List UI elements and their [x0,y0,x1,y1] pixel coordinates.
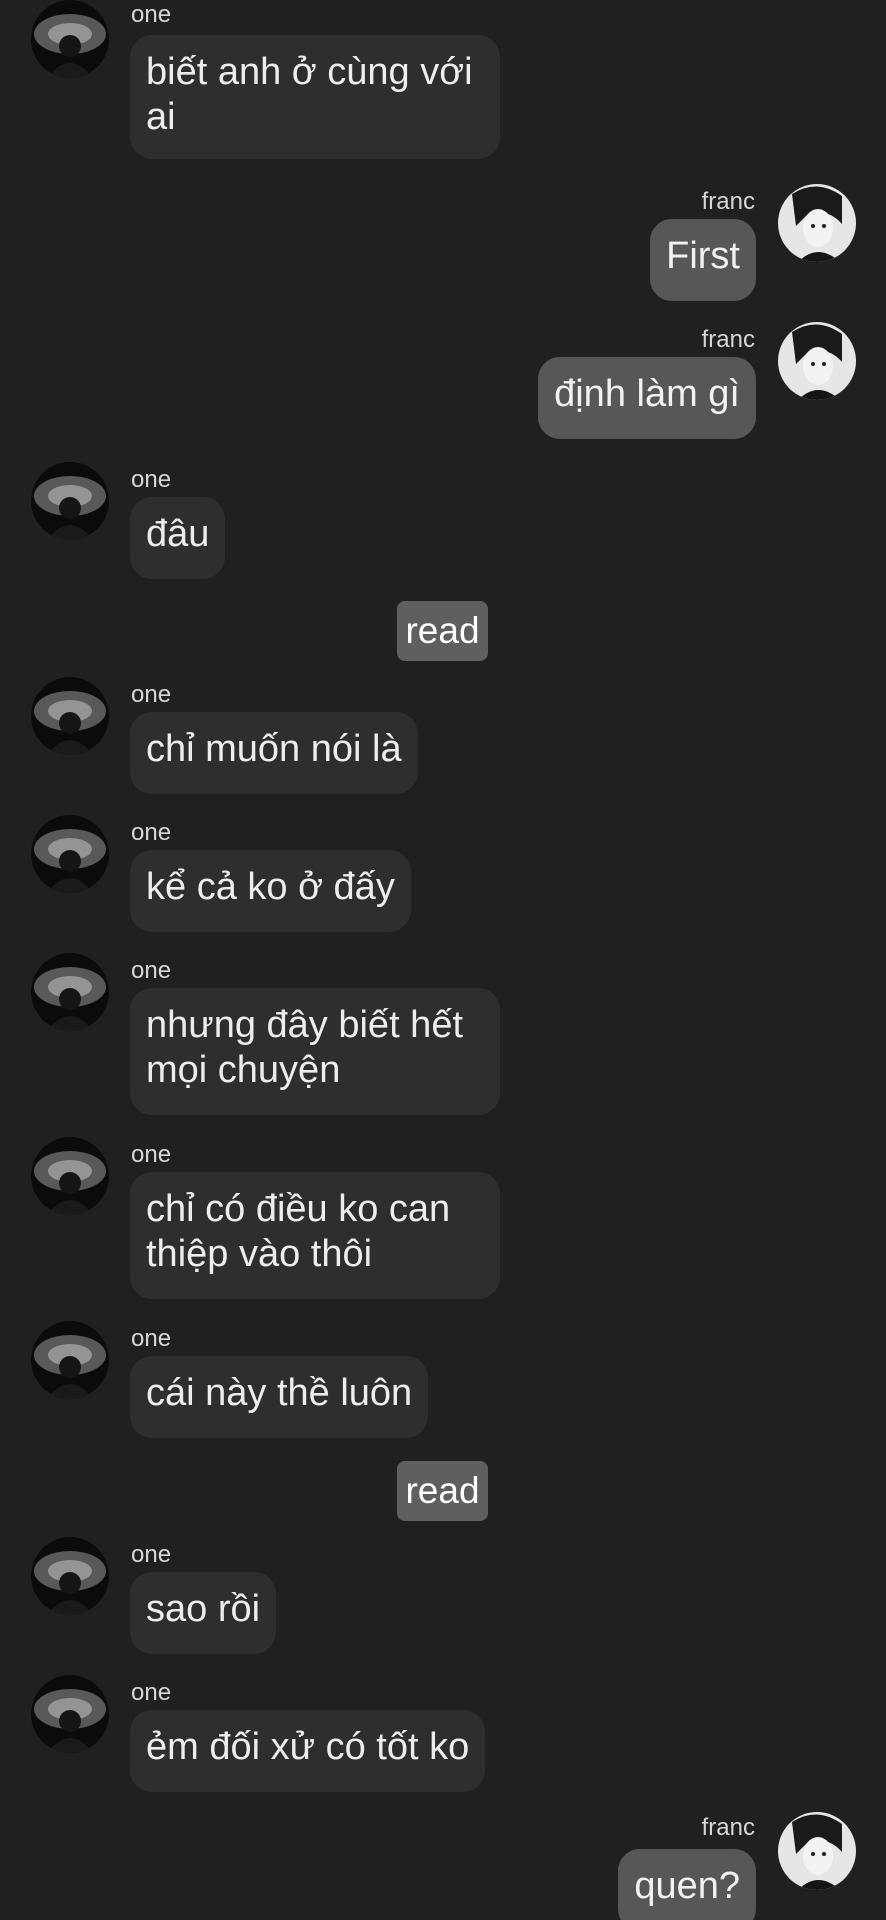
avatar-franc-icon[interactable] [778,322,856,400]
avatar-one-icon[interactable] [31,1321,109,1399]
message-text-line: kể cả ko ở đấy [146,866,395,908]
sender-name: one [131,819,172,846]
sender-name: one [131,957,172,984]
chat-thread: one biết anh ở cùng với ai franc First f… [0,0,886,1920]
avatar-one-icon[interactable] [31,1675,109,1753]
avatar-one-icon[interactable] [31,677,109,755]
message-text-line: chỉ muốn nói là [146,728,402,770]
message-bubble[interactable]: quen? [618,1849,756,1920]
message-bubble[interactable]: chỉ có điều ko can thiệp vào thôi [130,1172,500,1299]
sender-name: one [131,1541,172,1568]
avatar-one-icon[interactable] [31,0,109,78]
message-bubble[interactable]: First [650,219,756,301]
message-text-line: sao rồi [146,1588,261,1630]
sender-name: franc [701,326,755,353]
sender-name: one [131,1325,172,1352]
avatar-one-icon[interactable] [31,1537,109,1615]
message-bubble[interactable]: chỉ muốn nói là [130,712,418,794]
message-text-line: First [666,235,740,277]
message-bubble[interactable]: cái này thề luôn [130,1356,429,1438]
sender-name: franc [701,1814,755,1841]
avatar-one-icon[interactable] [31,462,109,540]
message-text-line: đâu [146,513,210,555]
message-bubble[interactable]: định làm gì [538,357,756,439]
message-bubble[interactable]: biết anh ở cùng với ai [130,35,500,159]
sender-name: one [131,466,172,493]
message-text-line: biết anh ở cùng với [146,51,473,93]
message-bubble[interactable]: ẻm đối xử có tốt ko [130,1710,486,1792]
sender-name: franc [701,188,755,215]
message-text-line: ai [146,96,176,138]
read-receipt: read [397,601,488,661]
sender-name: one [131,1679,172,1706]
message-bubble[interactable]: đâu [130,497,226,579]
message-text-line: mọi chuyện [146,1049,341,1091]
avatar-franc-icon[interactable] [778,1812,856,1890]
avatar-one-icon[interactable] [31,953,109,1031]
message-text-line: nhưng đây biết hết [146,1004,464,1046]
avatar-one-icon[interactable] [31,815,109,893]
message-bubble[interactable]: nhưng đây biết hết mọi chuyện [130,988,500,1115]
message-text-line: quen? [634,1865,740,1907]
message-bubble[interactable]: kể cả ko ở đấy [130,850,411,932]
message-bubble[interactable]: sao rồi [130,1572,277,1654]
avatar-franc-icon[interactable] [778,184,856,262]
message-text-line: định làm gì [554,373,740,415]
avatar-one-icon[interactable] [31,1137,109,1215]
message-text-line: chỉ có điều ko can [146,1188,451,1230]
read-receipt: read [397,1461,488,1521]
message-text-line: ẻm đối xử có tốt ko [146,1726,470,1768]
sender-name: one [131,1141,172,1168]
message-text-line: thiệp vào thôi [146,1233,373,1275]
sender-name: one [131,681,172,708]
sender-name: one [131,1,172,28]
message-text-line: cái này thề luôn [146,1372,413,1414]
